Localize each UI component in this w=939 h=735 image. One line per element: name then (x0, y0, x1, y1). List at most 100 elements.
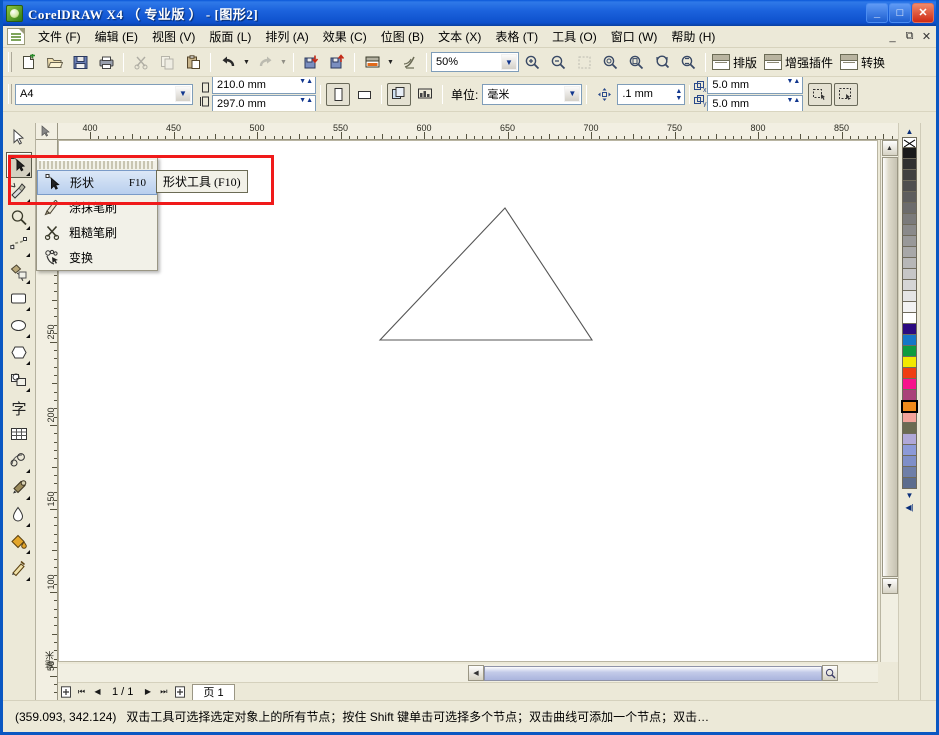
flyout-item-free-transform[interactable]: 变换 (37, 245, 157, 270)
color-swatch[interactable] (902, 291, 917, 302)
menu-file[interactable]: 文件 (F) (31, 26, 88, 47)
cut-button[interactable] (129, 51, 153, 74)
menu-edit[interactable]: 编辑 (E) (88, 26, 145, 47)
tool-shape[interactable] (6, 152, 32, 178)
docker-strip[interactable] (920, 123, 936, 700)
zoom-level-combo[interactable]: 50% ▼ (431, 52, 519, 72)
menu-window[interactable]: 窗口 (W) (604, 26, 665, 47)
zoom-to-selection-button[interactable] (572, 51, 596, 74)
first-page-button[interactable]: ⏮ (74, 684, 89, 699)
color-swatch[interactable] (902, 313, 917, 324)
color-swatch[interactable] (902, 159, 917, 170)
flyout-arrow-icon[interactable] (26, 361, 30, 365)
color-palette[interactable]: ▲ ▼ ◀| (898, 123, 920, 700)
shape-tool-flyout[interactable]: 形状 F10 涂抹笔刷 粗糙笔刷 变换 (36, 157, 158, 271)
color-swatch[interactable] (902, 214, 917, 225)
horizontal-scroll-thumb[interactable] (484, 666, 822, 681)
plugin-paiban-button[interactable]: 排版 (710, 54, 762, 71)
copy-button[interactable] (155, 51, 179, 74)
menu-layout[interactable]: 版面 (L) (202, 26, 258, 47)
flyout-arrow-icon[interactable] (26, 523, 30, 527)
tool-pick[interactable] (6, 125, 32, 151)
tool-basic-shapes[interactable] (6, 368, 32, 394)
property-bar-grip[interactable] (8, 84, 12, 104)
mdi-restore-button[interactable]: ⧉ (902, 29, 917, 44)
duplicate-y-field[interactable]: 5.0 mm ▼▲ (707, 95, 803, 113)
zoom-to-page-width-button[interactable] (650, 51, 674, 74)
color-swatch[interactable] (902, 225, 917, 236)
add-page-end-button[interactable] (172, 684, 187, 699)
flyout-grip[interactable] (39, 160, 155, 169)
color-swatch[interactable] (902, 346, 917, 357)
color-swatch[interactable] (902, 456, 917, 467)
palette-scroll-up-button[interactable]: ▲ (903, 125, 917, 137)
flyout-arrow-icon[interactable] (26, 307, 30, 311)
flyout-arrow-icon[interactable] (26, 226, 30, 230)
menu-bitmaps[interactable]: 位图 (B) (374, 26, 431, 47)
import-button[interactable] (299, 51, 323, 74)
scroll-left-button[interactable]: ◀ (468, 665, 484, 681)
flyout-arrow-icon[interactable] (26, 172, 30, 176)
color-swatch[interactable] (902, 434, 917, 445)
tool-smart-fill[interactable] (6, 260, 32, 286)
palette-expand-button[interactable]: ◀| (903, 501, 917, 513)
tool-outline[interactable] (6, 503, 32, 529)
color-swatch[interactable] (902, 335, 917, 346)
flyout-arrow-icon[interactable] (26, 496, 30, 500)
color-swatch[interactable] (902, 390, 917, 401)
new-document-button[interactable] (16, 51, 40, 74)
zoom-out-button[interactable] (546, 51, 570, 74)
menu-help[interactable]: 帮助 (H) (664, 26, 722, 47)
ruler-corner[interactable] (36, 123, 58, 140)
menu-text[interactable]: 文本 (X) (431, 26, 488, 47)
color-swatch[interactable] (902, 258, 917, 269)
undo-button[interactable] (216, 51, 240, 74)
tool-blend[interactable] (6, 449, 32, 475)
horizontal-ruler[interactable]: 400450500550600650700750800850毫米 (58, 123, 898, 140)
nudge-offset-field[interactable]: .1 mm ▲▼ (617, 84, 685, 105)
color-swatch[interactable] (902, 357, 917, 368)
color-swatch[interactable] (902, 467, 917, 478)
save-document-button[interactable] (68, 51, 92, 74)
tool-crop[interactable] (6, 179, 32, 205)
paper-type-combo[interactable]: A4 ▼ (15, 84, 193, 105)
color-swatch[interactable] (902, 478, 917, 489)
menu-tools[interactable]: 工具 (O) (545, 26, 604, 47)
page-tab-1[interactable]: 页 1 (192, 684, 234, 700)
color-swatch[interactable] (902, 324, 917, 335)
color-swatch[interactable] (902, 137, 917, 148)
chevron-down-icon[interactable]: ▼ (501, 54, 517, 70)
zoom-to-page-button[interactable] (624, 51, 648, 74)
menu-arrange[interactable]: 排列 (A) (258, 26, 315, 47)
color-swatch[interactable] (902, 236, 917, 247)
page-setup-button[interactable] (387, 83, 411, 106)
vertical-scrollbar[interactable]: ▲ ▼ (880, 140, 898, 662)
units-combo[interactable]: 毫米 ▼ (482, 84, 582, 105)
export-button[interactable] (325, 51, 349, 74)
flyout-item-smudge-brush[interactable]: 涂抹笔刷 (37, 195, 157, 220)
toolbar-grip[interactable] (8, 52, 12, 72)
flyout-arrow-icon[interactable] (26, 280, 30, 284)
flyout-arrow-icon[interactable] (26, 388, 30, 392)
app-launcher-caret[interactable]: ▼ (385, 51, 396, 74)
zoom-to-all-objects-button[interactable] (598, 51, 622, 74)
close-button[interactable]: ✕ (912, 3, 934, 23)
portrait-orientation-button[interactable] (326, 83, 350, 106)
page-border-button[interactable] (413, 83, 437, 106)
undo-dropdown-caret[interactable]: ▼ (241, 51, 252, 74)
chevron-down-icon[interactable]: ▼ (564, 86, 580, 102)
tool-interactive-fill[interactable] (6, 557, 32, 583)
minimize-button[interactable]: _ (866, 3, 888, 23)
menu-table[interactable]: 表格 (T) (488, 26, 545, 47)
paste-button[interactable] (181, 51, 205, 74)
drawing-canvas-area[interactable]: 400450500550600650700750800850毫米 3002502… (36, 123, 898, 700)
snap-to-button[interactable] (834, 83, 858, 106)
color-swatch[interactable] (902, 203, 917, 214)
flyout-item-roughen-brush[interactable]: 粗糙笔刷 (37, 220, 157, 245)
scroll-magnifier-button[interactable] (822, 665, 838, 681)
plugin-zengqiang-button[interactable]: 增强插件 (762, 54, 838, 71)
next-page-button[interactable]: ▶ (140, 684, 155, 699)
page-height-spinner[interactable]: ▼▲ (299, 97, 313, 104)
duplicate-y-spinner[interactable]: ▼▲ (786, 97, 800, 104)
palette-scroll-down-button[interactable]: ▼ (903, 489, 917, 501)
